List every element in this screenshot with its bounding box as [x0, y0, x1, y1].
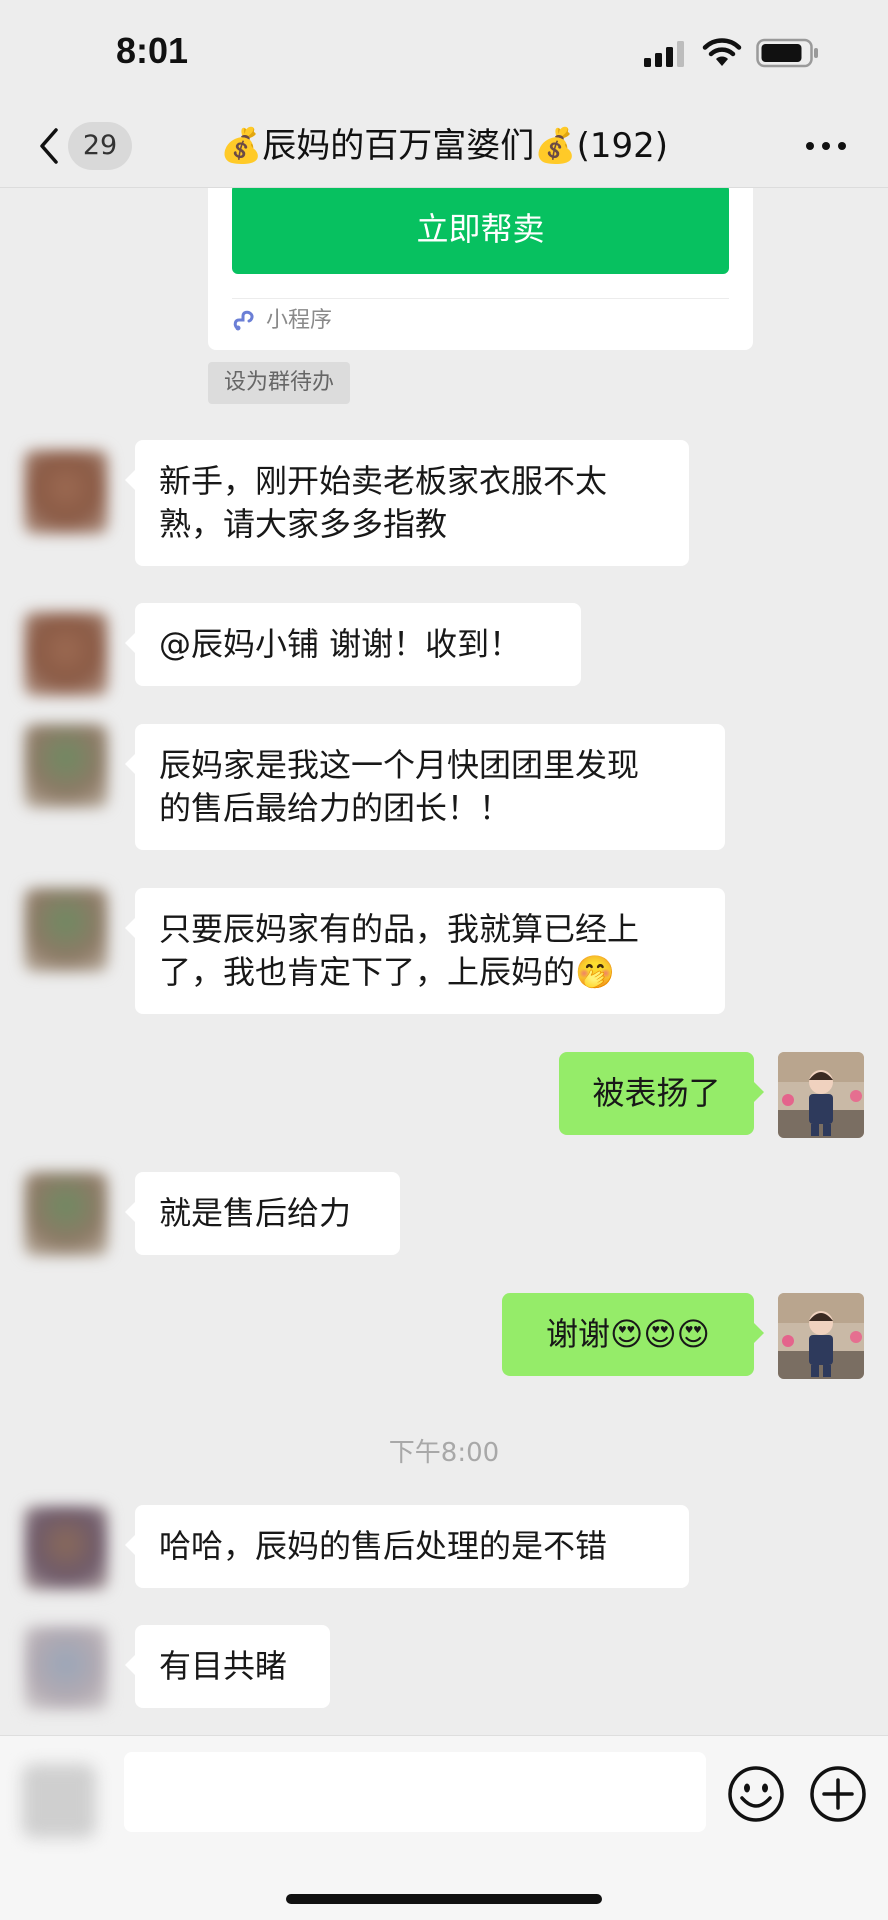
ellipsis-icon[interactable] — [802, 126, 850, 166]
set-group-todo-button[interactable]: 设为群待办 — [208, 362, 351, 404]
message-bubble[interactable]: 只要辰妈家有的品，我就算已经上 了，我也肯定下了，上辰妈的🤭 — [125, 888, 725, 1014]
timestamp: 下午8:00 — [388, 1438, 500, 1468]
status-time: 8:01 — [116, 30, 189, 71]
status-bar: 8:01 — [0, 0, 888, 104]
message-text: 哈哈，辰妈的售后处理的是不错 — [159, 1527, 608, 1565]
avatar[interactable] — [24, 612, 108, 696]
mini-program-card[interactable]: 立即帮卖 小程序 — [208, 188, 753, 350]
child-photo-icon — [778, 1052, 864, 1138]
message-text: 辰妈家是我这一个月快团团里发现 — [159, 746, 640, 784]
signal-icon — [644, 41, 684, 67]
message-bubble[interactable]: @辰妈小铺 谢谢！收到！ — [125, 603, 581, 686]
avatar[interactable] — [24, 1506, 108, 1590]
mini-program-label: 小程序 — [266, 308, 333, 333]
nav-bar: 29 💰辰妈的百万富婆们💰(192) — [0, 104, 888, 188]
message-bubble[interactable]: 有目共睹 — [125, 1625, 330, 1708]
my-avatar[interactable] — [778, 1293, 864, 1379]
wifi-icon — [702, 38, 742, 66]
my-avatar[interactable] — [778, 1052, 864, 1138]
chat-area[interactable]: 立即帮卖 小程序 设为群待办 新手，刚开始卖老板家衣服不太 熟，请大家多多指教 … — [0, 188, 888, 1735]
message-text: 就是售后给力 — [159, 1194, 352, 1232]
message-text: 了，我也肯定下了，上辰妈的🤭 — [159, 953, 615, 991]
smiley-icon[interactable] — [726, 1764, 786, 1824]
message-text: 的售后最给力的团长！！ — [159, 789, 512, 827]
sell-now-button[interactable]: 立即帮卖 — [232, 188, 729, 274]
message-text: 谢谢😍😍😍 — [545, 1315, 711, 1353]
input-bar — [0, 1735, 888, 1920]
message-text: 有目共睹 — [159, 1647, 288, 1685]
message-bubble[interactable]: 谢谢😍😍😍 — [502, 1293, 764, 1376]
avatar[interactable] — [24, 450, 108, 534]
message-text: @辰妈小铺 谢谢！收到！ — [159, 625, 522, 663]
message-bubble[interactable]: 被表扬了 — [559, 1052, 764, 1135]
message-input[interactable] — [124, 1752, 706, 1832]
card-divider — [232, 298, 729, 299]
message-bubble[interactable]: 新手，刚开始卖老板家衣服不太 熟，请大家多多指教 — [125, 440, 689, 566]
status-icons — [644, 38, 820, 68]
message-bubble[interactable]: 哈哈，辰妈的售后处理的是不错 — [125, 1505, 689, 1588]
child-photo-icon — [778, 1293, 864, 1379]
battery-icon — [756, 38, 818, 68]
avatar[interactable] — [24, 1172, 108, 1256]
avatar — [22, 1764, 96, 1838]
message-bubble[interactable]: 辰妈家是我这一个月快团团里发现 的售后最给力的团长！！ — [125, 724, 725, 850]
message-text: 熟，请大家多多指教 — [159, 505, 448, 543]
home-indicator[interactable] — [286, 1894, 602, 1904]
message-text: 只要辰妈家有的品，我就算已经上 — [159, 910, 640, 948]
message-text: 新手，刚开始卖老板家衣服不太 — [159, 462, 608, 500]
link-icon — [233, 310, 254, 331]
message-text: 被表扬了 — [592, 1074, 721, 1112]
avatar[interactable] — [24, 1626, 108, 1710]
chat-title: 💰辰妈的百万富婆们💰(192) — [219, 126, 669, 166]
avatar[interactable] — [24, 888, 108, 972]
message-bubble[interactable]: 就是售后给力 — [125, 1172, 400, 1255]
avatar[interactable] — [24, 724, 108, 808]
plus-circle-icon[interactable] — [808, 1764, 868, 1824]
